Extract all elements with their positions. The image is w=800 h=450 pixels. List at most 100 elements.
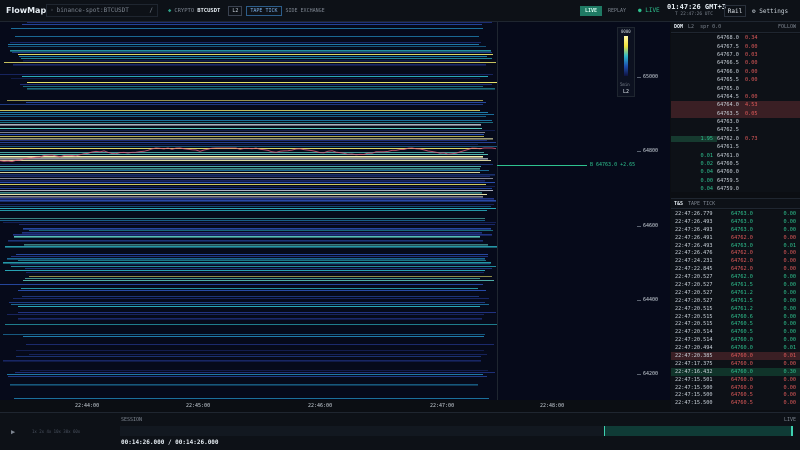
dom-row[interactable]: 64765.5 0.00 [671, 76, 800, 84]
scrubber-handle[interactable] [791, 426, 793, 436]
dom-row[interactable]: 64767.5 0.00 [671, 42, 800, 50]
dom-ask-size: 0.00 [745, 68, 758, 75]
dom-row[interactable]: 1.95 64762.0 0.73 [671, 135, 800, 143]
time-and-sales-list[interactable]: 22:47:26.779 64763.0 0.00 22:47:26.493 64763… [671, 210, 800, 410]
liquidity-band [19, 56, 487, 57]
dom-row[interactable]: 64765.0 [671, 84, 800, 92]
dom-row[interactable]: 64768.0 0.34 [671, 34, 800, 42]
dom-row[interactable]: 0.04 64760.0 [671, 168, 800, 176]
dom-row[interactable]: 64762.5 [671, 126, 800, 134]
l2-toggle[interactable]: L2 [228, 5, 243, 16]
ts-subtitle[interactable]: TAPE TICK [688, 201, 715, 207]
live-status-indicator: ● LIVE [638, 7, 660, 14]
time-label: 22:44:00 [75, 403, 100, 409]
dom-row[interactable]: 0.00 64759.5 [671, 177, 800, 185]
follow-button[interactable]: FOLLOW [778, 24, 796, 30]
ts-row[interactable]: 22:47:26.491 64762.0 0.00 [671, 234, 800, 242]
ts-row[interactable]: 22:47:20.527 64761.2 0.00 [671, 289, 800, 297]
liquidity-band [13, 64, 486, 66]
dom-row[interactable]: 64766.5 0.00 [671, 59, 800, 67]
ts-row[interactable]: 22:47:20.515 64761.2 0.00 [671, 305, 800, 313]
orderbook-heatmap[interactable]: 0000 5min L2 65000 64800 64600 64400 642… [0, 22, 670, 410]
ts-row[interactable]: 22:47:20.515 64760.6 0.00 [671, 313, 800, 321]
ts-row[interactable]: 22:47:17.375 64760.0 0.00 [671, 360, 800, 368]
liquidity-band [5, 270, 485, 271]
ts-row[interactable]: 22:47:20.527 64762.0 0.00 [671, 273, 800, 281]
ts-row[interactable]: 22:47:15.500 64760.0 0.00 [671, 384, 800, 392]
ts-row[interactable]: 22:47:26.493 64763.0 0.00 [671, 218, 800, 226]
replay-button[interactable]: REPLAY [608, 8, 626, 14]
ts-row[interactable]: 22:47:24.231 64762.0 0.00 [671, 257, 800, 265]
ts-row[interactable]: 22:47:20.514 64760.0 0.00 [671, 336, 800, 344]
liquidity-band [0, 112, 488, 113]
legend-top: 0000 [621, 29, 631, 34]
ts-row[interactable]: 22:47:20.515 64760.5 0.00 [671, 320, 800, 328]
settings-button[interactable]: ⚙ Settings [752, 5, 788, 17]
session-scrubber[interactable] [120, 426, 793, 436]
dom-row[interactable]: 64767.0 0.03 [671, 51, 800, 59]
ts-row[interactable]: 22:47:26.493 64763.0 0.01 [671, 242, 800, 250]
liquidity-band [5, 324, 497, 325]
dom-level[interactable]: L2 [688, 24, 694, 30]
ts-row[interactable]: 22:47:20.385 64760.0 0.01 [671, 352, 800, 360]
live-button[interactable]: LIVE [580, 6, 602, 16]
dom-row[interactable]: 64763.5 0.05 [671, 109, 800, 118]
ts-row[interactable]: 22:47:26.493 64763.0 0.00 [671, 226, 800, 234]
ts-qty: 0.00 [783, 329, 797, 336]
dom-row[interactable]: 64764.0 4.53 [671, 101, 800, 110]
speed-selector[interactable]: 1x 2x 4x 10x 30x 60x [32, 429, 80, 434]
price-label: 64600 [643, 223, 659, 229]
ts-row[interactable]: 22:47:26.476 64762.0 0.00 [671, 249, 800, 257]
ts-price: 64760.5 [731, 392, 753, 399]
ts-row[interactable]: 22:47:15.501 64760.0 0.00 [671, 376, 800, 384]
dom-row[interactable]: 64761.5 [671, 143, 800, 151]
dom-price: 64761.0 [717, 152, 739, 159]
ts-row[interactable]: 22:47:20.494 64760.0 0.01 [671, 344, 800, 352]
ts-row[interactable]: 22:47:20.527 64761.5 0.00 [671, 297, 800, 305]
rail-button[interactable]: Rail [724, 5, 746, 17]
play-icon[interactable]: ▶ [11, 428, 15, 436]
ts-time: 22:47:26.491 [675, 234, 713, 241]
liquidity-band [0, 168, 480, 170]
ts-row[interactable]: 22:47:15.500 64760.5 0.00 [671, 391, 800, 399]
ts-row[interactable]: 22:47:20.514 64760.5 0.00 [671, 328, 800, 336]
liquidity-band [22, 296, 479, 297]
liquidity-band [8, 44, 479, 45]
tape-tick-toggle[interactable]: TAPE TICK [246, 5, 282, 16]
liquidity-band [7, 374, 483, 375]
dom-row[interactable]: 64763.0 [671, 118, 800, 126]
liquidity-band [29, 354, 487, 355]
ts-row[interactable]: 22:47:20.527 64761.5 0.00 [671, 281, 800, 289]
dom-price: 64765.0 [717, 85, 739, 92]
liquidity-band [0, 140, 487, 141]
dom-row[interactable]: 64766.0 0.00 [671, 68, 800, 76]
liquidity-band [0, 200, 496, 202]
liquidity-band [3, 222, 496, 223]
dom-bid-size: 0.04 [700, 169, 714, 176]
dom-row[interactable]: 0.02 64760.5 [671, 160, 800, 168]
ts-row[interactable]: 22:47:22.845 64762.0 0.00 [671, 265, 800, 273]
ts-price: 64760.5 [731, 321, 753, 328]
ts-row[interactable]: 22:47:26.779 64763.0 0.00 [671, 210, 800, 218]
ts-qty: 0.01 [783, 345, 797, 352]
ts-price: 64763.0 [731, 242, 753, 249]
legend-bottom: 5min [620, 82, 630, 87]
dom-ladder[interactable]: 64768.0 0.34 64767.5 0.00 64767.0 0.03 64766.5… [671, 34, 800, 192]
side-exchange-toggle[interactable]: SIDE EXCHANGE [286, 8, 325, 14]
liquidity-band [11, 28, 483, 29]
ts-qty: 0.00 [783, 392, 797, 399]
ts-row[interactable]: 22:47:16.432 64760.0 0.30 [671, 367, 800, 376]
liquidity-band [12, 52, 492, 53]
ts-price: 64761.2 [731, 305, 753, 312]
ts-time: 22:47:20.514 [675, 337, 713, 344]
liquidity-band [0, 218, 485, 219]
ts-time: 22:47:15.500 [675, 392, 713, 399]
dom-row[interactable]: 0.01 64761.0 [671, 151, 800, 159]
ts-qty: 0.00 [783, 305, 797, 312]
heatmap-canvas[interactable] [0, 22, 670, 410]
ts-row[interactable]: 22:47:15.500 64760.5 0.00 [671, 399, 800, 407]
dom-row[interactable]: 0.04 64759.0 [671, 185, 800, 193]
ts-qty: 0.00 [783, 266, 797, 273]
symbol-input[interactable]: ◦ binance-spot:BTCUSDT / [46, 4, 158, 17]
dom-row[interactable]: 64764.5 0.00 [671, 93, 800, 101]
